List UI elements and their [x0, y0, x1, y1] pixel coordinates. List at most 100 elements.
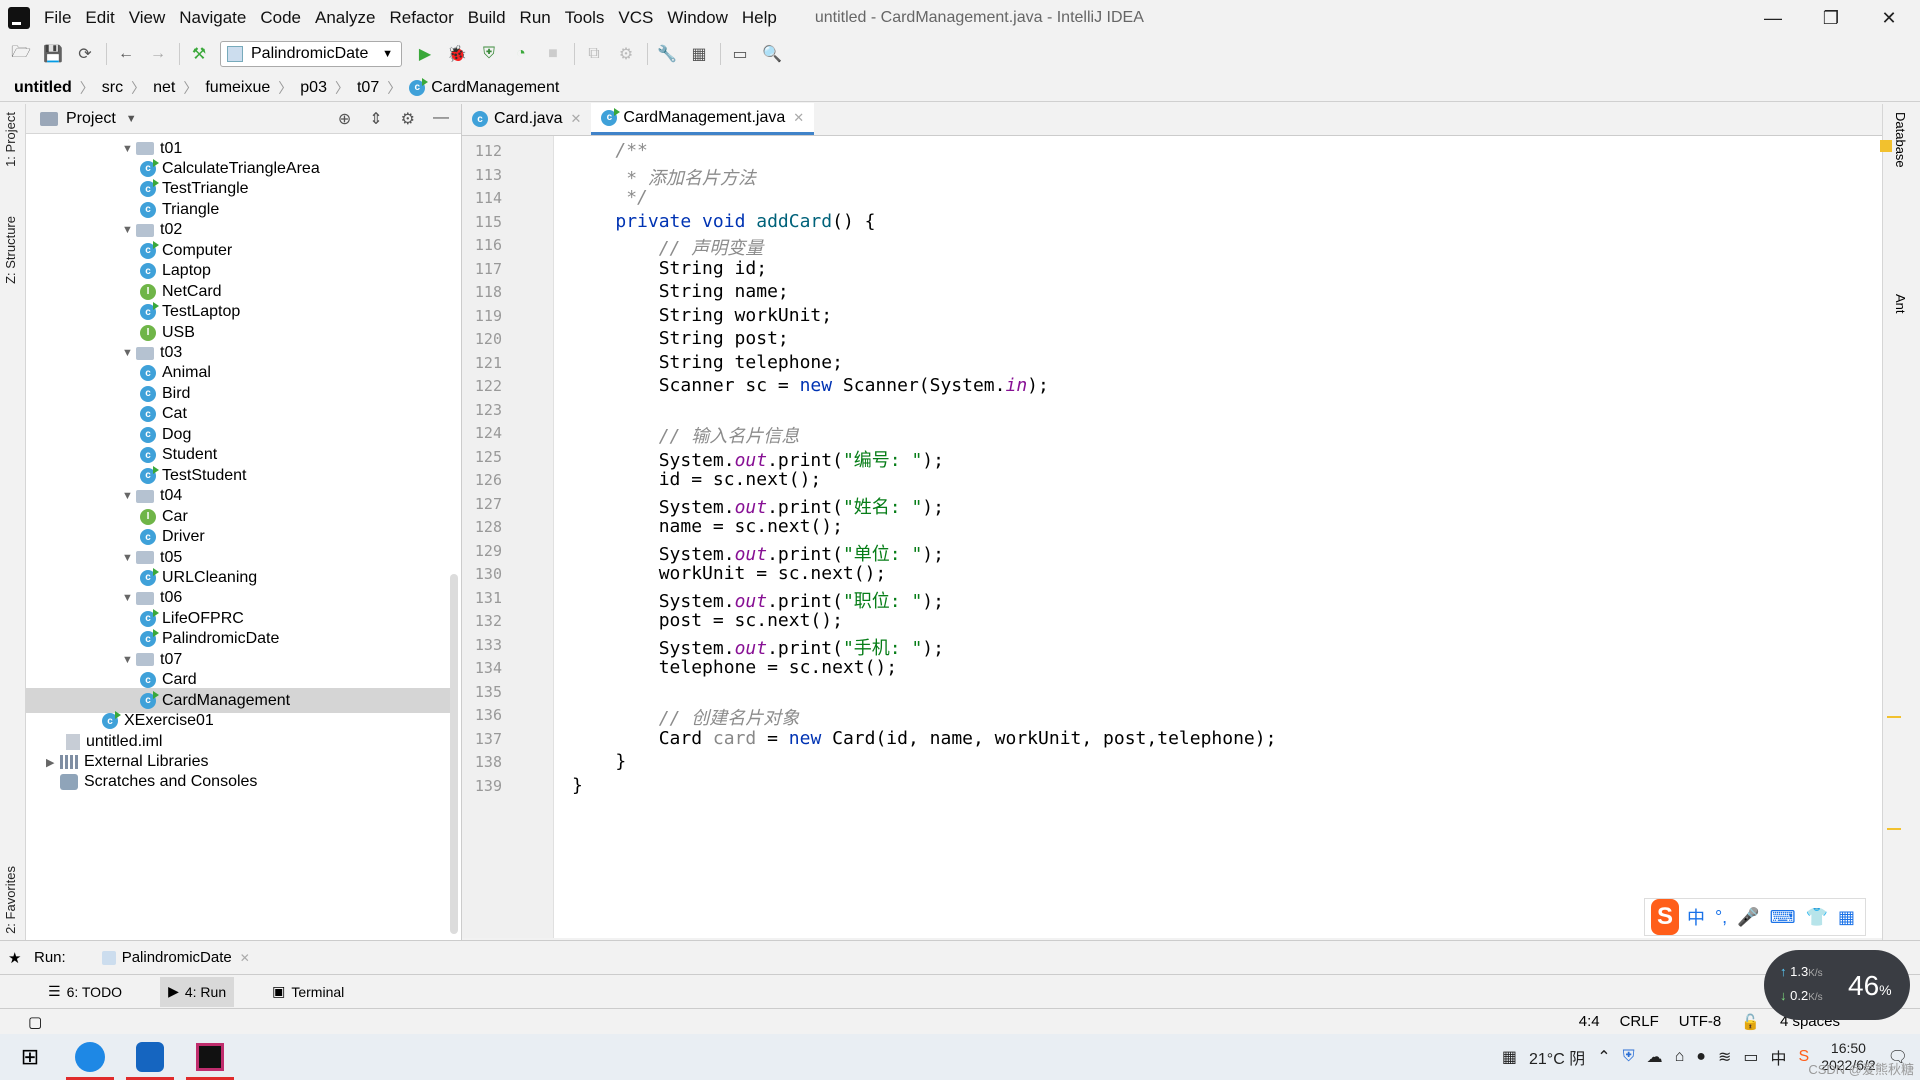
tab-database[interactable]: Database [1893, 112, 1908, 168]
toolbox-icon[interactable]: ▦ [1838, 907, 1855, 928]
menu-build[interactable]: Build [468, 8, 506, 28]
breadcrumb-item[interactable]: src [102, 79, 123, 97]
expand-arrow-icon[interactable]: ▼ [122, 490, 136, 502]
menu-navigate[interactable]: Navigate [179, 8, 246, 28]
taskbar-app-intellij[interactable] [180, 1034, 240, 1080]
search-icon[interactable]: 🔍 [761, 43, 783, 65]
presentation-icon[interactable]: ▭ [729, 43, 751, 65]
run-config-dropdown[interactable]: PalindromicDate ▼ [220, 41, 402, 67]
code-line[interactable]: Card card = new Card(id, name, workUnit,… [572, 728, 1277, 749]
breadcrumb-item[interactable]: net [153, 79, 175, 97]
menu-tools[interactable]: Tools [565, 8, 605, 28]
code-line[interactable]: String post; [572, 328, 789, 349]
code-line[interactable]: */ [572, 187, 648, 208]
caret-position[interactable]: 4:4 [1579, 1013, 1600, 1030]
skin-icon[interactable]: 👕 [1806, 907, 1828, 928]
weather-icon[interactable]: ▦ [1502, 1047, 1517, 1067]
code-line[interactable]: id = sc.next(); [572, 469, 822, 490]
code-line[interactable]: workUnit = sc.next(); [572, 563, 887, 584]
tab-terminal[interactable]: ▣ Terminal [264, 977, 352, 1007]
code-line[interactable]: telephone = sc.next(); [572, 657, 897, 678]
expand-arrow-icon[interactable]: ▼ [122, 347, 136, 359]
run-tab[interactable]: PalindromicDate ✕ [101, 949, 250, 966]
star-icon[interactable]: ★ [8, 949, 21, 967]
tab-favorites[interactable]: 2: Favorites [3, 866, 18, 934]
close-icon[interactable]: ✕ [570, 111, 581, 127]
start-button[interactable]: ⊞ [0, 1034, 60, 1080]
taskbar-app-sogou[interactable] [60, 1034, 120, 1080]
code-line[interactable]: /** [572, 140, 648, 161]
close-window-button[interactable]: ✕ [1860, 0, 1918, 36]
cloud-icon[interactable]: ☁ [1647, 1047, 1663, 1067]
tree-item[interactable]: Scratches and Consoles [26, 770, 450, 795]
battery-icon[interactable]: ▭ [1743, 1047, 1758, 1067]
save-all-icon[interactable]: 💾 [42, 43, 64, 65]
tab-structure[interactable]: Z: Structure [3, 216, 18, 284]
editor-tab[interactable]: c Card.java ✕ [462, 103, 591, 135]
menu-edit[interactable]: Edit [85, 8, 114, 28]
code-line[interactable]: // 声明变量 [572, 234, 764, 260]
hide-icon[interactable]: — [433, 109, 449, 129]
network-icon[interactable]: ⌂ [1675, 1048, 1685, 1066]
expand-arrow-icon[interactable]: ▼ [122, 592, 136, 604]
expand-arrow-icon[interactable]: ▼ [122, 552, 136, 564]
shield-icon[interactable]: ⛨ [1623, 1048, 1635, 1066]
inspection-status-icon[interactable] [1880, 140, 1892, 152]
chevron-up-icon[interactable]: ⌃ [1597, 1047, 1610, 1067]
warning-marker[interactable] [1887, 828, 1901, 830]
settings-wrench-icon[interactable]: 🔧 [656, 43, 678, 65]
tab-project[interactable]: 1: Project [3, 112, 18, 167]
code-line[interactable]: System.out.print("编号: "); [572, 446, 944, 472]
tree-scrollbar[interactable] [450, 574, 458, 934]
collapse-all-icon[interactable]: ⇕ [369, 109, 382, 129]
taskbar-app-tablet[interactable] [120, 1034, 180, 1080]
code-line[interactable]: System.out.print("职位: "); [572, 587, 944, 613]
menu-help[interactable]: Help [742, 8, 777, 28]
menu-view[interactable]: View [129, 8, 166, 28]
run-icon[interactable]: ▶ [414, 43, 436, 65]
menu-window[interactable]: Window [667, 8, 727, 28]
code-line[interactable]: name = sc.next(); [572, 516, 843, 537]
expand-arrow-icon[interactable]: ▼ [122, 224, 136, 236]
tab-todo[interactable]: ☰ 6: TODO [40, 977, 130, 1007]
code-line[interactable]: } [572, 751, 626, 772]
expand-arrow-icon[interactable]: ▼ [122, 143, 136, 155]
menu-code[interactable]: Code [260, 8, 301, 28]
chevron-down-icon[interactable]: ▼ [126, 113, 137, 125]
breadcrumb-item[interactable]: t07 [357, 79, 379, 97]
code-line[interactable]: // 创建名片对象 [572, 704, 800, 730]
code-line[interactable]: } [572, 775, 583, 796]
sogou-logo-icon[interactable]: S [1651, 899, 1679, 935]
close-icon[interactable]: ✕ [793, 110, 804, 126]
gear-icon[interactable]: ⚙ [401, 109, 415, 129]
project-panel-title[interactable]: Project [66, 110, 116, 128]
restore-button[interactable]: ❐ [1802, 0, 1860, 36]
menu-refactor[interactable]: Refactor [389, 8, 453, 28]
attach-icon[interactable]: ⧉ [583, 43, 605, 65]
lock-icon[interactable]: 🔓 [1741, 1013, 1760, 1031]
tab-run[interactable]: ▶ 4: Run [160, 976, 235, 1007]
editor-tab[interactable]: c CardManagement.java ✕ [591, 103, 815, 135]
warning-marker[interactable] [1887, 716, 1901, 718]
build-hammer-icon[interactable]: ⚒ [188, 43, 210, 65]
code-line[interactable]: post = sc.next(); [572, 610, 843, 631]
code-line[interactable]: Scanner sc = new Scanner(System.in); [572, 375, 1049, 396]
line-separator[interactable]: CRLF [1620, 1013, 1659, 1030]
code-line[interactable]: // 输入名片信息 [572, 422, 800, 448]
code-line[interactable]: System.out.print("手机: "); [572, 634, 944, 660]
ime-mode-label[interactable]: 中 [1687, 904, 1705, 930]
code-line[interactable]: System.out.print("单位: "); [572, 540, 944, 566]
code-line[interactable]: String name; [572, 281, 789, 302]
breadcrumb-item[interactable]: p03 [300, 79, 327, 97]
expand-arrow-icon[interactable]: ▼ [122, 654, 136, 666]
breadcrumb-item[interactable]: c CardManagement [409, 77, 559, 97]
code-line[interactable]: String workUnit; [572, 305, 832, 326]
weather-text[interactable]: 21°C 阴 [1529, 1045, 1585, 1069]
open-folder-icon[interactable]: 🗁 [10, 43, 32, 65]
project-structure-icon[interactable]: ▦ [688, 43, 710, 65]
profile-icon[interactable]: ◔ [510, 43, 532, 65]
expand-arrow-icon[interactable]: ▶ [46, 756, 60, 769]
menu-run[interactable]: Run [520, 8, 551, 28]
close-icon[interactable]: ✕ [240, 951, 250, 965]
menu-analyze[interactable]: Analyze [315, 8, 375, 28]
